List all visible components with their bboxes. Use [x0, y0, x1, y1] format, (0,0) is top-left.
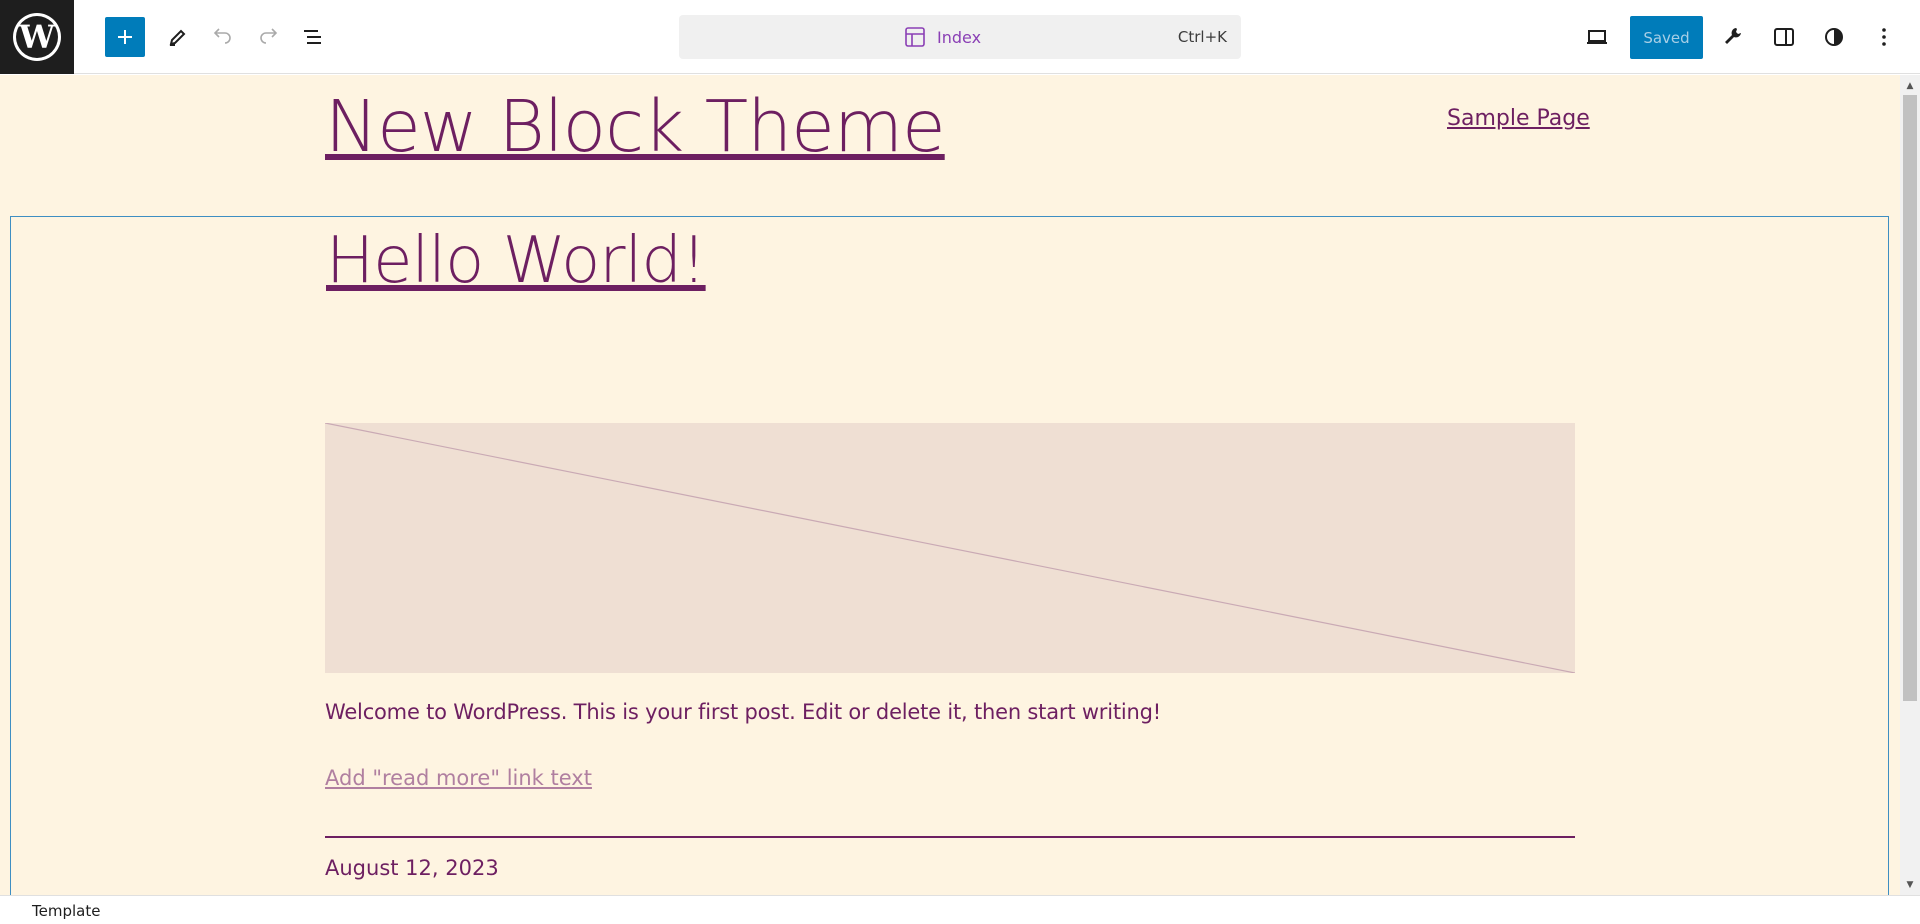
add-block-button[interactable] [105, 17, 145, 57]
styles-button[interactable] [1814, 17, 1854, 57]
featured-image-placeholder[interactable] [324, 422, 1576, 674]
sidebar-icon [1774, 28, 1794, 46]
wordpress-icon: W [13, 13, 61, 61]
list-view-icon [304, 30, 321, 44]
separator [325, 836, 1575, 838]
svg-text:W: W [18, 18, 56, 56]
block-breadcrumb-bar: Template [0, 895, 1920, 924]
contrast-icon [1825, 28, 1843, 46]
undo-icon [213, 28, 231, 44]
settings-sidebar-button[interactable] [1764, 17, 1804, 57]
undo-button[interactable] [203, 17, 243, 57]
preview-device-button[interactable] [1577, 17, 1617, 57]
canvas-scrollbar[interactable]: ▲ ▼ [1900, 75, 1920, 895]
scrollbar-thumb[interactable] [1903, 95, 1917, 701]
post-date[interactable]: August 12, 2023 [325, 856, 499, 880]
site-title[interactable]: New Block Theme [325, 85, 946, 168]
tools-button[interactable] [158, 17, 198, 57]
tools-wrench-button[interactable] [1714, 17, 1754, 57]
laptop-icon [1587, 30, 1607, 44]
layout-icon [905, 27, 925, 47]
wrench-icon [1725, 28, 1741, 44]
editor-canvas[interactable]: New Block Theme Sample Page Hello World!… [0, 75, 1900, 895]
more-vertical-icon [1882, 28, 1886, 46]
saved-button[interactable]: Saved [1630, 16, 1703, 59]
command-shortcut: Ctrl+K [1177, 28, 1227, 46]
options-menu-button[interactable] [1864, 17, 1904, 57]
command-palette-bar[interactable]: Index Ctrl+K [679, 15, 1241, 59]
pencil-icon [169, 29, 186, 46]
redo-button[interactable] [248, 17, 288, 57]
post-title[interactable]: Hello World! [326, 224, 707, 298]
breadcrumb-template[interactable]: Template [32, 902, 100, 920]
editor-header: W Index Ctrl+K Saved [0, 0, 1920, 74]
query-loop-block[interactable]: Hello World! Welcome to WordPress. This … [10, 216, 1889, 895]
scroll-down-arrow-icon[interactable]: ▼ [1900, 877, 1920, 893]
plus-icon [118, 30, 132, 44]
redo-icon [260, 28, 278, 44]
read-more-link[interactable]: Add "read more" link text [325, 766, 592, 790]
placeholder-diagonal [324, 422, 1576, 674]
scroll-up-arrow-icon[interactable]: ▲ [1900, 78, 1920, 94]
wordpress-logo-button[interactable]: W [0, 0, 74, 74]
nav-link-sample-page[interactable]: Sample Page [1447, 106, 1590, 131]
document-overview-button[interactable] [293, 17, 333, 57]
post-excerpt[interactable]: Welcome to WordPress. This is your first… [325, 700, 1161, 724]
command-label: Index [937, 27, 982, 47]
